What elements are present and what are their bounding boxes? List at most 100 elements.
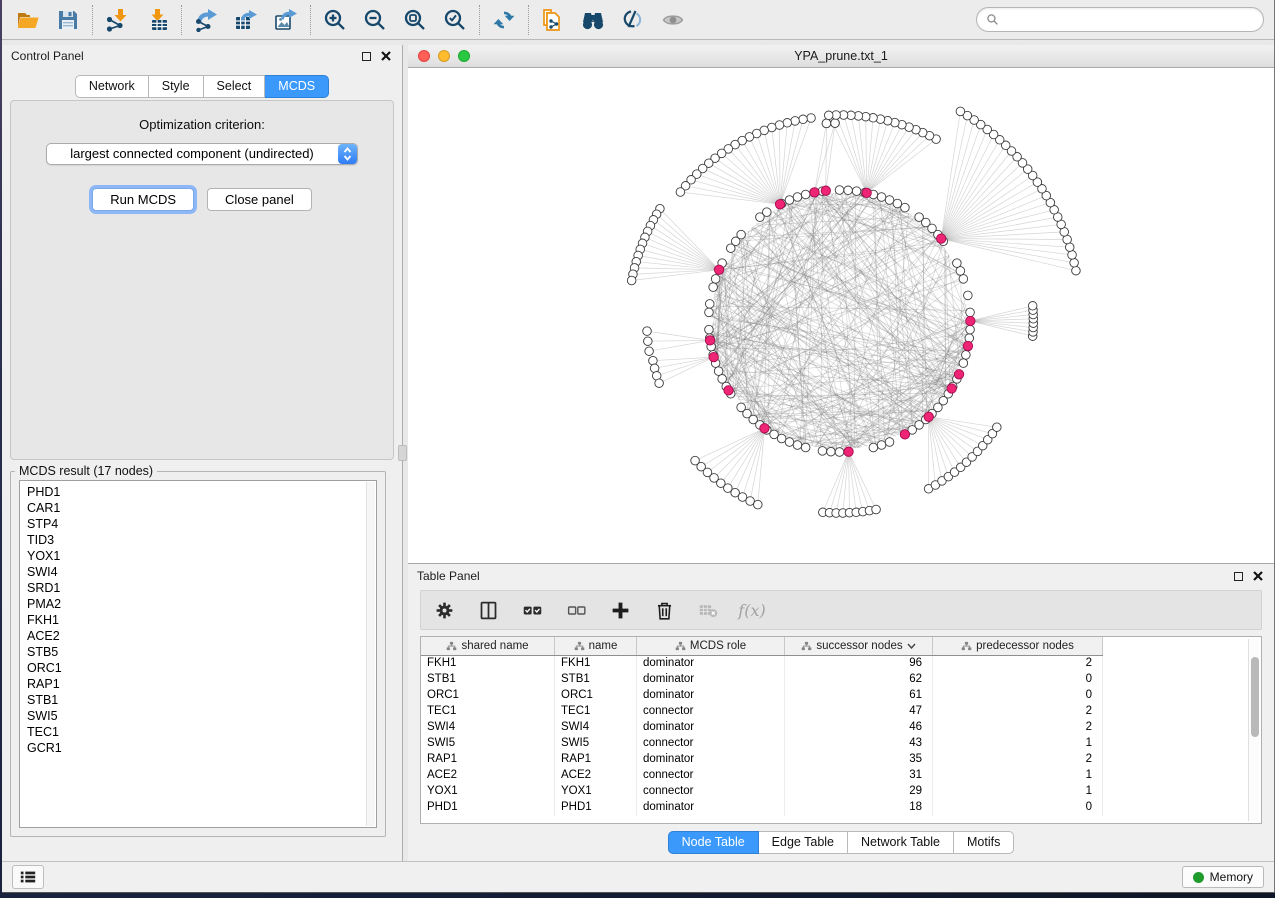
node-table[interactable]: shared namenameMCDS rolesuccessor nodesp…: [420, 636, 1262, 824]
table-cell[interactable]: 2: [933, 720, 1103, 736]
table-cell[interactable]: 61: [785, 688, 933, 704]
mcds-result-item[interactable]: RAP1: [20, 676, 376, 692]
table-cell[interactable]: dominator: [637, 800, 785, 816]
table-cell[interactable]: 43: [785, 736, 933, 752]
table-cell[interactable]: ORC1: [555, 688, 637, 704]
close-table-panel-button[interactable]: [1251, 569, 1265, 583]
mcds-result-item[interactable]: SRD1: [20, 580, 376, 596]
mcds-result-item[interactable]: STB5: [20, 644, 376, 660]
mcds-result-item[interactable]: FKH1: [20, 612, 376, 628]
table-cell[interactable]: dominator: [637, 656, 785, 672]
table-cell[interactable]: 47: [785, 704, 933, 720]
delete-column-button[interactable]: [651, 597, 677, 623]
search-input[interactable]: [1005, 13, 1254, 27]
mcds-result-item[interactable]: TID3: [20, 532, 376, 548]
zoom-in-button[interactable]: [319, 4, 351, 36]
network-search-box[interactable]: [976, 7, 1264, 32]
table-row[interactable]: SWI4SWI4dominator462: [421, 720, 1261, 736]
table-row[interactable]: RAP1RAP1dominator352: [421, 752, 1261, 768]
tab-network[interactable]: Network: [75, 75, 149, 98]
scrollbar-thumb[interactable]: [1251, 657, 1259, 737]
network-window-titlebar[interactable]: YPA_prune.txt_1: [408, 45, 1274, 68]
network-canvas[interactable]: [408, 68, 1274, 563]
float-table-panel-button[interactable]: [1231, 569, 1245, 583]
function-builder-button[interactable]: f(x): [739, 597, 765, 623]
table-cell[interactable]: RAP1: [555, 752, 637, 768]
graph-nodes[interactable]: [627, 107, 1080, 517]
table-cell[interactable]: SWI4: [421, 720, 555, 736]
close-mcds-panel-button[interactable]: Close panel: [207, 188, 312, 211]
table-cell[interactable]: PHD1: [421, 800, 555, 816]
table-cell[interactable]: 2: [933, 704, 1103, 720]
mcds-result-item[interactable]: SWI4: [20, 564, 376, 580]
table-cell[interactable]: FKH1: [555, 656, 637, 672]
network-view[interactable]: [408, 68, 1274, 563]
table-cell[interactable]: connector: [637, 784, 785, 800]
mcds-result-item[interactable]: YOX1: [20, 548, 376, 564]
table-cell[interactable]: 2: [933, 752, 1103, 768]
show-columns-button[interactable]: [475, 597, 501, 623]
run-mcds-button[interactable]: Run MCDS: [92, 188, 194, 211]
zoom-selected-button[interactable]: [439, 4, 471, 36]
table-cell[interactable]: 62: [785, 672, 933, 688]
table-cell[interactable]: ACE2: [555, 768, 637, 784]
deselect-all-button[interactable]: [563, 597, 589, 623]
mcds-result-item[interactable]: PHD1: [20, 484, 376, 500]
mcds-result-item[interactable]: GCR1: [20, 740, 376, 756]
table-cell[interactable]: 18: [785, 800, 933, 816]
table-cell[interactable]: connector: [637, 704, 785, 720]
table-row[interactable]: FKH1FKH1dominator962: [421, 656, 1261, 672]
table-row[interactable]: ACE2ACE2connector311: [421, 768, 1261, 784]
table-cell[interactable]: 0: [933, 688, 1103, 704]
table-cell[interactable]: SWI4: [555, 720, 637, 736]
table-cell[interactable]: 1: [933, 784, 1103, 800]
table-row[interactable]: YOX1YOX1connector291: [421, 784, 1261, 800]
mcds-result-scrollbar[interactable]: [366, 482, 375, 826]
table-cell[interactable]: SWI5: [555, 736, 637, 752]
table-cell[interactable]: 2: [933, 656, 1103, 672]
table-cell[interactable]: ACE2: [421, 768, 555, 784]
delete-table-button[interactable]: [695, 597, 721, 623]
save-button[interactable]: [52, 4, 84, 36]
table-cell[interactable]: dominator: [637, 672, 785, 688]
table-cell[interactable]: TEC1: [421, 704, 555, 720]
mcds-result-item[interactable]: SWI5: [20, 708, 376, 724]
add-column-button[interactable]: [607, 597, 633, 623]
table-cell[interactable]: ORC1: [421, 688, 555, 704]
float-panel-button[interactable]: [359, 49, 373, 63]
table-cell[interactable]: 46: [785, 720, 933, 736]
mcds-result-item[interactable]: ACE2: [20, 628, 376, 644]
table-cell[interactable]: TEC1: [555, 704, 637, 720]
search-network-button[interactable]: [577, 4, 609, 36]
mcds-result-list[interactable]: PHD1CAR1STP4TID3YOX1SWI4SRD1PMA2FKH1ACE2…: [19, 480, 377, 828]
table-cell[interactable]: 31: [785, 768, 933, 784]
column-header-shared-name[interactable]: shared name: [421, 637, 555, 655]
table-cell[interactable]: 35: [785, 752, 933, 768]
table-cell[interactable]: dominator: [637, 752, 785, 768]
zoom-fit-button[interactable]: [399, 4, 431, 36]
tab-mcds[interactable]: MCDS: [265, 75, 329, 98]
optimization-criterion-select[interactable]: largest connected component (undirected): [46, 143, 358, 165]
table-tab-motifs[interactable]: Motifs: [954, 831, 1014, 854]
table-cell[interactable]: 0: [933, 672, 1103, 688]
table-cell[interactable]: STB1: [421, 672, 555, 688]
table-row[interactable]: PHD1PHD1dominator180: [421, 800, 1261, 816]
table-cell[interactable]: YOX1: [421, 784, 555, 800]
table-row[interactable]: TEC1TEC1connector472: [421, 704, 1261, 720]
mcds-result-item[interactable]: ORC1: [20, 660, 376, 676]
memory-button[interactable]: Memory: [1182, 866, 1264, 888]
table-cell[interactable]: 0: [933, 800, 1103, 816]
table-row[interactable]: STB1STB1dominator620: [421, 672, 1261, 688]
table-cell[interactable]: connector: [637, 768, 785, 784]
import-network-button[interactable]: [101, 4, 133, 36]
zoom-out-button[interactable]: [359, 4, 391, 36]
table-cell[interactable]: YOX1: [555, 784, 637, 800]
column-header-successor-nodes[interactable]: successor nodes: [785, 637, 933, 655]
export-image-button[interactable]: [270, 4, 302, 36]
table-cell[interactable]: 29: [785, 784, 933, 800]
tab-select[interactable]: Select: [204, 75, 266, 98]
table-cell[interactable]: SWI5: [421, 736, 555, 752]
export-network-button[interactable]: [190, 4, 222, 36]
column-header-name[interactable]: name: [555, 637, 637, 655]
import-table-button[interactable]: [141, 4, 173, 36]
